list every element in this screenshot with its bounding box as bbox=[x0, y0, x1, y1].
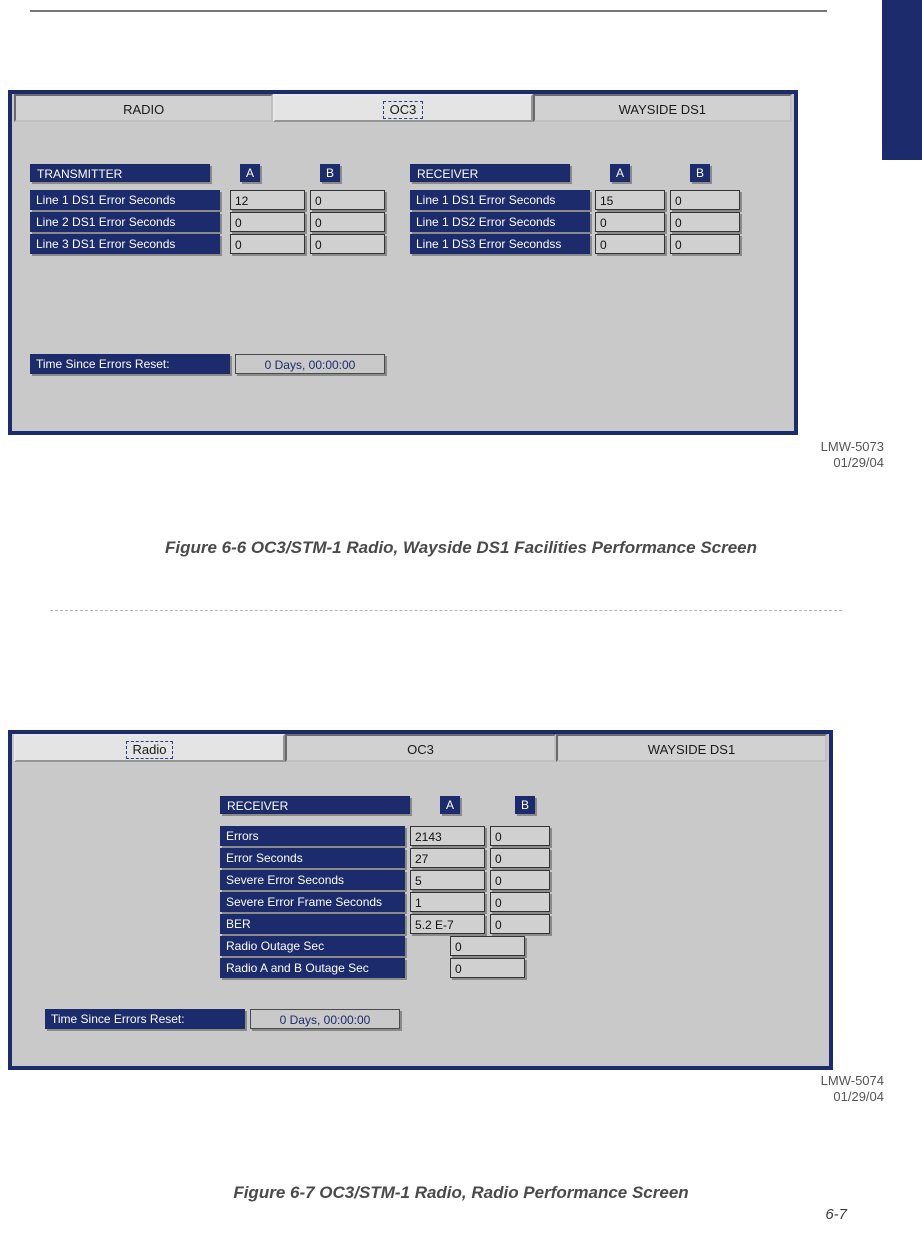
value-cell: 15 bbox=[595, 190, 665, 210]
column-header-a: A bbox=[610, 164, 630, 182]
column-header-b: B bbox=[515, 796, 535, 814]
tab-label: RADIO bbox=[123, 102, 164, 117]
figure-id: LMW-5073 bbox=[821, 439, 884, 454]
value-cell: 0 bbox=[450, 936, 525, 956]
time-since-reset-value: 0 Days, 00:00:00 bbox=[235, 354, 385, 374]
value-cell: 0 bbox=[450, 958, 525, 978]
row-label: Line 1 DS2 Error Seconds bbox=[410, 212, 590, 232]
side-thumb-tab bbox=[882, 0, 922, 160]
figure-date: 01/29/04 bbox=[833, 1089, 884, 1104]
tab-oc3[interactable]: OC3 bbox=[273, 94, 532, 122]
row-label: Line 1 DS3 Error Secondss bbox=[410, 234, 590, 254]
tab-oc3[interactable]: OC3 bbox=[285, 734, 556, 762]
app-window-wayside-ds1: RADIO OC3 WAYSIDE DS1 TRANSMITTER A B Li… bbox=[8, 90, 798, 435]
tab-radio[interactable]: Radio bbox=[14, 734, 285, 762]
row-label: Error Seconds bbox=[220, 848, 405, 868]
tab-label: WAYSIDE DS1 bbox=[619, 102, 706, 117]
row-label: Line 1 DS1 Error Seconds bbox=[30, 190, 220, 210]
value-cell: 0 bbox=[670, 212, 740, 232]
tab-bar: Radio OC3 WAYSIDE DS1 bbox=[14, 734, 827, 764]
value-cell: 12 bbox=[230, 190, 305, 210]
tab-label: WAYSIDE DS1 bbox=[648, 742, 735, 757]
row-label: BER bbox=[220, 914, 405, 934]
value-cell: 0 bbox=[490, 826, 550, 846]
value-cell: 1 bbox=[410, 892, 485, 912]
section-header-receiver: RECEIVER bbox=[410, 164, 570, 182]
row-label: Radio A and B Outage Sec bbox=[220, 958, 405, 978]
value-cell: 0 bbox=[670, 190, 740, 210]
value-cell: 0 bbox=[595, 212, 665, 232]
divider-trace bbox=[50, 610, 842, 611]
value-cell: 0 bbox=[490, 914, 550, 934]
value-cell: 5.2 E-7 bbox=[410, 914, 485, 934]
tab-wayside[interactable]: WAYSIDE DS1 bbox=[533, 94, 792, 122]
value-cell: 0 bbox=[230, 212, 305, 232]
row-label: Severe Error Seconds bbox=[220, 870, 405, 890]
time-since-reset-label: Time Since Errors Reset: bbox=[45, 1009, 245, 1029]
column-header-b: B bbox=[690, 164, 710, 182]
row-label: Line 2 DS1 Error Seconds bbox=[30, 212, 220, 232]
app-window-radio-performance: Radio OC3 WAYSIDE DS1 RECEIVER A B Error… bbox=[8, 730, 833, 1070]
page-number: 6-7 bbox=[825, 1206, 847, 1223]
value-cell: 0 bbox=[490, 892, 550, 912]
section-header-receiver: RECEIVER bbox=[220, 796, 410, 814]
value-cell: 0 bbox=[595, 234, 665, 254]
figure-caption: Figure 6-7 OC3/STM-1 Radio, Radio Perfor… bbox=[0, 1183, 922, 1203]
panel-body: RECEIVER A B Errors 2143 0 Error Seconds… bbox=[30, 784, 811, 1056]
value-cell: 27 bbox=[410, 848, 485, 868]
value-cell: 0 bbox=[490, 870, 550, 890]
column-header-b: B bbox=[320, 164, 340, 182]
column-header-a: A bbox=[440, 796, 460, 814]
figure-caption: Figure 6-6 OC3/STM-1 Radio, Wayside DS1 … bbox=[0, 538, 922, 558]
tab-wayside[interactable]: WAYSIDE DS1 bbox=[556, 734, 827, 762]
figure-meta: LMW-5074 01/29/04 bbox=[821, 1073, 884, 1106]
value-cell: 0 bbox=[310, 234, 385, 254]
value-cell: 0 bbox=[310, 190, 385, 210]
row-label: Radio Outage Sec bbox=[220, 936, 405, 956]
value-cell: 5 bbox=[410, 870, 485, 890]
time-since-reset-value: 0 Days, 00:00:00 bbox=[250, 1009, 400, 1029]
page-header-rule bbox=[30, 10, 827, 12]
panel-body: TRANSMITTER A B Line 1 DS1 Error Seconds… bbox=[30, 144, 776, 421]
tab-radio[interactable]: RADIO bbox=[14, 94, 273, 122]
figure-meta: LMW-5073 01/29/04 bbox=[821, 439, 884, 472]
section-header-transmitter: TRANSMITTER bbox=[30, 164, 210, 182]
tab-label: OC3 bbox=[383, 101, 424, 119]
row-label: Line 1 DS1 Error Seconds bbox=[410, 190, 590, 210]
tab-bar: RADIO OC3 WAYSIDE DS1 bbox=[14, 94, 792, 124]
figure-date: 01/29/04 bbox=[833, 455, 884, 470]
time-since-reset-label: Time Since Errors Reset: bbox=[30, 354, 230, 374]
value-cell: 0 bbox=[670, 234, 740, 254]
row-label: Errors bbox=[220, 826, 405, 846]
value-cell: 0 bbox=[230, 234, 305, 254]
value-cell: 2143 bbox=[410, 826, 485, 846]
row-label: Line 3 DS1 Error Seconds bbox=[30, 234, 220, 254]
figure-id: LMW-5074 bbox=[821, 1073, 884, 1088]
tab-label: OC3 bbox=[407, 742, 434, 757]
value-cell: 0 bbox=[490, 848, 550, 868]
column-header-a: A bbox=[240, 164, 260, 182]
tab-label: Radio bbox=[126, 741, 174, 759]
row-label: Severe Error Frame Seconds bbox=[220, 892, 405, 912]
value-cell: 0 bbox=[310, 212, 385, 232]
